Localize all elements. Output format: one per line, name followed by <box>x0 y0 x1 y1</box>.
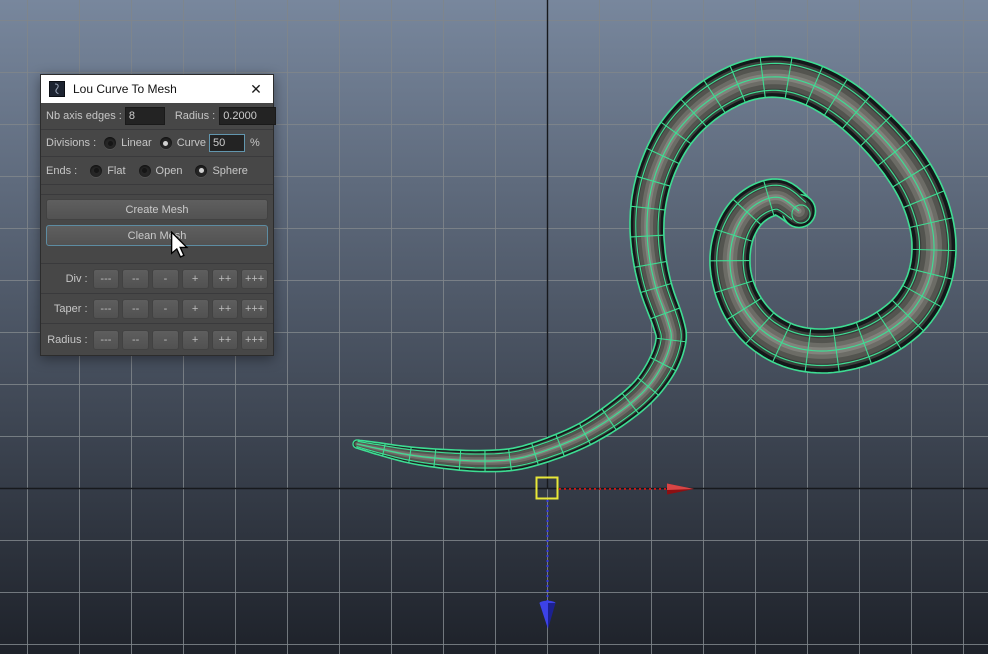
radius-label: Radius : <box>175 110 215 122</box>
radio-option-flat[interactable]: Flat <box>90 165 125 177</box>
radio-label: Linear <box>121 137 152 149</box>
spacer <box>41 247 273 264</box>
stepper-button[interactable]: -- <box>122 330 149 350</box>
radio-option-curve[interactable]: Curve <box>160 137 206 149</box>
divisions-label: Divisions : <box>46 137 96 149</box>
app-icon <box>49 81 65 97</box>
radio-option-open[interactable]: Open <box>139 165 183 177</box>
stepper-button[interactable]: + <box>182 269 209 289</box>
percent-label: % <box>250 137 260 149</box>
radio-option-sphere[interactable]: Sphere <box>195 165 247 177</box>
radio-icon <box>195 165 207 177</box>
stepper-button[interactable]: +++ <box>241 299 268 319</box>
stepper-button[interactable]: --- <box>93 330 120 350</box>
clean-mesh-button[interactable]: Clean Mesh <box>46 225 268 246</box>
radio-icon <box>104 137 116 149</box>
window-title: Lou Curve To Mesh <box>73 82 177 96</box>
stepper-button[interactable]: -- <box>122 299 149 319</box>
nb-axis-edges-label: Nb axis edges : <box>46 110 122 122</box>
stepper-button[interactable]: +++ <box>241 269 268 289</box>
clean-mesh-row: Clean Mesh <box>41 224 273 247</box>
close-icon[interactable]: ✕ <box>245 82 267 96</box>
stepper-button[interactable]: + <box>182 299 209 319</box>
radio-label: Curve <box>177 137 206 149</box>
divisions-row: Divisions : Linear Curve % <box>41 130 273 157</box>
ends-row: Ends : Flat Open Sphere <box>41 157 273 185</box>
radio-icon <box>139 165 151 177</box>
create-mesh-button[interactable]: Create Mesh <box>46 199 268 220</box>
nb-axis-edges-input[interactable] <box>125 107 165 125</box>
radio-label: Sphere <box>212 165 247 177</box>
stepper-button[interactable]: - <box>152 299 179 319</box>
stepper-label: Div : <box>46 273 88 285</box>
stepper-label: Radius : <box>46 334 88 346</box>
stepper-button[interactable]: --- <box>93 299 120 319</box>
stepper-button[interactable]: -- <box>122 269 149 289</box>
curve-to-mesh-window: Lou Curve To Mesh ✕ Nb axis edges : Radi… <box>40 74 274 356</box>
stepper-button[interactable]: - <box>152 330 179 350</box>
radio-label: Open <box>156 165 183 177</box>
viewport[interactable]: Lou Curve To Mesh ✕ Nb axis edges : Radi… <box>0 0 988 654</box>
stepper-row: Taper :------++++++ <box>41 294 273 324</box>
divisions-percent-input[interactable] <box>209 134 245 152</box>
stepper-section: Div :------++++++Taper :------++++++Radi… <box>41 264 273 355</box>
ends-label: Ends : <box>46 165 77 177</box>
ends-radio-group: Flat Open Sphere <box>77 165 248 177</box>
spacer <box>41 185 273 195</box>
stepper-label: Taper : <box>46 303 88 315</box>
stepper-button[interactable]: ++ <box>212 269 239 289</box>
radio-icon <box>160 137 172 149</box>
divisions-radio-group: Linear Curve <box>96 137 206 149</box>
stepper-button[interactable]: --- <box>93 269 120 289</box>
stepper-button[interactable]: + <box>182 330 209 350</box>
stepper-button[interactable]: ++ <box>212 299 239 319</box>
stepper-button[interactable]: +++ <box>241 330 268 350</box>
radio-label: Flat <box>107 165 125 177</box>
radio-icon <box>90 165 102 177</box>
window-titlebar[interactable]: Lou Curve To Mesh ✕ <box>41 75 273 103</box>
fields-row: Nb axis edges : Radius : <box>41 103 273 130</box>
radius-input[interactable] <box>219 107 276 125</box>
create-mesh-row: Create Mesh <box>41 195 273 224</box>
stepper-row: Div :------++++++ <box>41 264 273 294</box>
radio-option-linear[interactable]: Linear <box>104 137 152 149</box>
stepper-button[interactable]: ++ <box>212 330 239 350</box>
stepper-button[interactable]: - <box>152 269 179 289</box>
stepper-row: Radius :------++++++ <box>41 324 273 355</box>
